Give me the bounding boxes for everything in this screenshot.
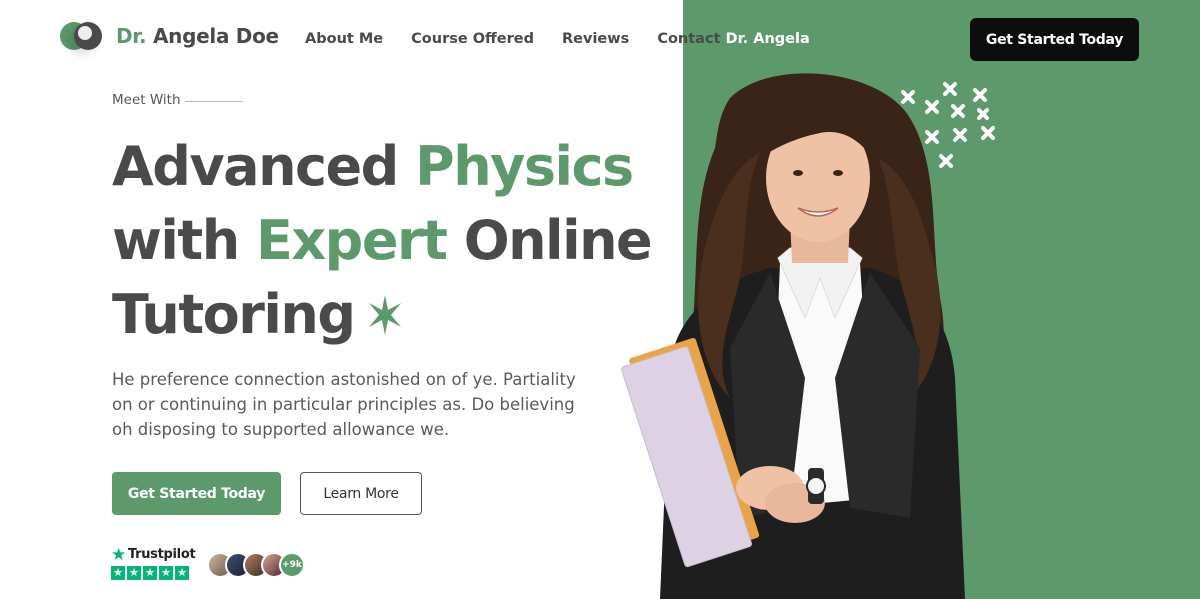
brand-logo[interactable]: Dr. Angela Doe: [60, 20, 279, 52]
headline-highlight-physics: Physics: [415, 135, 634, 198]
hero-eyebrow: Meet With: [112, 92, 243, 108]
star-icon: ★: [175, 566, 189, 580]
main-nav: About Me Course Offered Reviews Contact …: [305, 31, 810, 47]
star-icon: ★: [127, 566, 141, 580]
nav-contact-prefix: Contact: [657, 31, 721, 47]
eyebrow-text: Meet With: [112, 92, 181, 108]
headline-highlight-expert: Expert: [255, 209, 448, 272]
star-icon: ★: [143, 566, 157, 580]
header-get-started-button[interactable]: Get Started Today: [970, 18, 1139, 61]
nav-item-reviews[interactable]: Reviews: [562, 31, 629, 47]
brand-name: Dr. Angela Doe: [116, 24, 279, 48]
headline-part: Advanced: [112, 135, 416, 198]
trustpilot-star-icon: ★: [111, 544, 126, 565]
nav-contact-suffix: Dr. Angela: [725, 31, 810, 47]
nav-item-about-me[interactable]: About Me: [305, 31, 383, 47]
avatar-count-badge: +9k: [279, 552, 305, 578]
hero-description: He preference connection astonished on o…: [112, 370, 576, 439]
hero-tutor-image: [621, 73, 965, 599]
nav-item-contact[interactable]: Contact Dr. Angela: [657, 31, 809, 47]
headline-part: Online: [446, 209, 653, 272]
nav-item-course-offered[interactable]: Course Offered: [411, 31, 534, 47]
star-icon: ★: [111, 566, 125, 580]
learn-more-button[interactable]: Learn More: [300, 472, 422, 515]
eyebrow-divider: [184, 101, 243, 102]
brand-name-text: Angela Doe: [152, 24, 279, 48]
hero-headline: Advanced Physics with Expert Online Tuto…: [112, 130, 672, 352]
trustpilot-label: Trustpilot: [127, 547, 196, 562]
trustpilot-stars: ★ ★ ★ ★ ★: [111, 566, 195, 580]
sparkle-star-icon: [368, 295, 401, 336]
headline-part: with: [112, 209, 256, 272]
trustpilot-rating[interactable]: ★ Trustpilot ★ ★ ★ ★ ★: [111, 544, 196, 580]
get-started-button[interactable]: Get Started Today: [112, 472, 281, 515]
brand-prefix: Dr.: [116, 24, 147, 48]
logo-icon: [60, 20, 104, 52]
headline-part: Tutoring: [112, 283, 356, 346]
student-avatars: +9k: [207, 552, 305, 578]
star-icon: ★: [159, 566, 173, 580]
